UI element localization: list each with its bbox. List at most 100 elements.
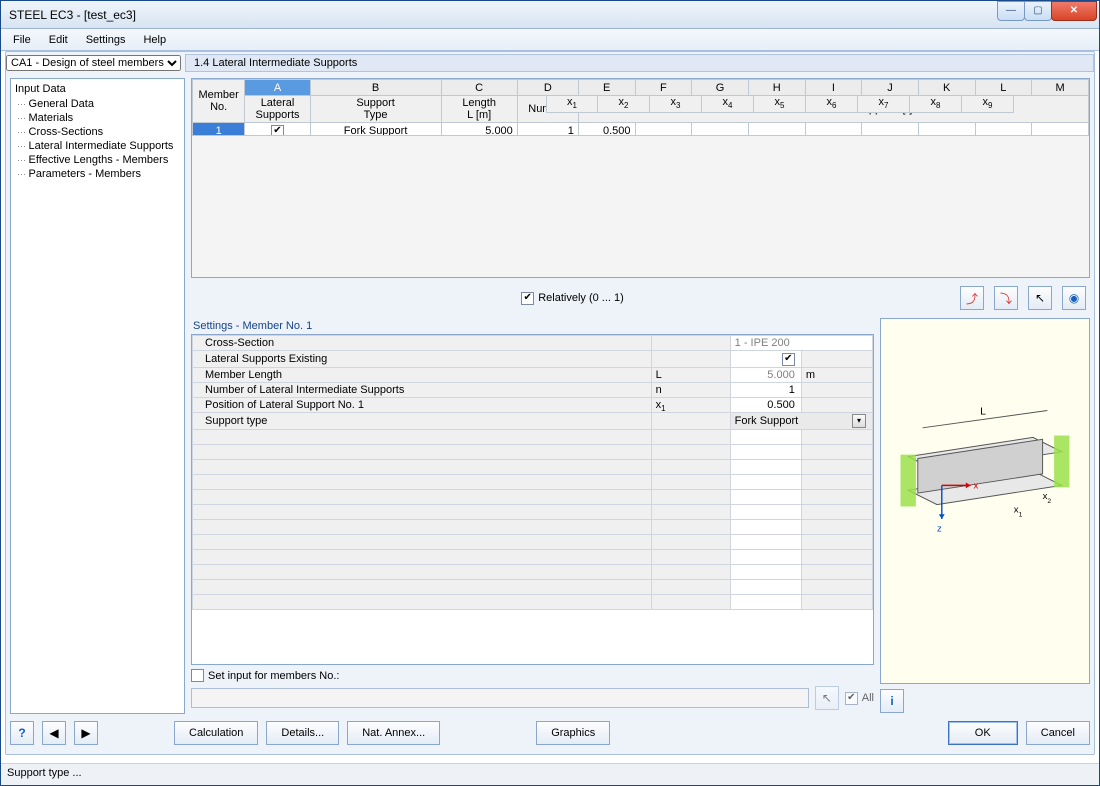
window-buttons: — ▢ ✕ [998,1,1097,21]
tree-item-lateral-supports[interactable]: Lateral Intermediate Supports [11,139,184,153]
details-button[interactable]: Details... [266,721,339,745]
cancel-button[interactable]: Cancel [1026,721,1090,745]
col-support: SupportType [310,96,441,123]
beam-diagram-icon: x z L x1 x2 [889,399,1081,553]
ok-button[interactable]: OK [948,721,1018,745]
svg-text:x: x [973,480,978,491]
col-letter-h[interactable]: H [748,80,805,96]
menubar: File Edit Settings Help [1,29,1099,51]
set-input-field[interactable] [191,688,809,708]
svg-text:x2: x2 [1043,491,1052,505]
export-button-1[interactable]: ⤴ [960,286,984,310]
prop-lat-exist-label: Lateral Supports Existing [193,351,652,368]
close-button[interactable]: ✕ [1051,1,1097,21]
prop-pos1-value[interactable]: 0.500 [730,397,801,412]
col-member: MemberNo. [193,80,245,123]
prop-num-supports-sym: n [651,382,730,397]
prop-pos1-label: Position of Lateral Support No. 1 [193,397,652,412]
menu-help[interactable]: Help [135,32,174,48]
members-grid[interactable]: MemberNo. A B C D E F G H I J K [191,78,1090,278]
tree-item-cross-sections[interactable]: Cross-Sections [11,125,184,139]
prop-pos1-sym: x1 [651,397,730,412]
window-title: STEEL EC3 - [test_ec3] [1,8,136,22]
tree-item-general[interactable]: General Data [11,97,184,111]
all-label: All [862,692,874,704]
prop-member-len-unit: m [801,367,872,382]
prop-member-len-value[interactable]: 5.000 [730,367,801,382]
status-bar: Support type ... [1,763,1099,785]
status-text: Support type ... [7,767,82,779]
menu-file[interactable]: File [5,32,39,48]
prop-cross-section-value[interactable]: 1 - IPE 200 [730,336,872,351]
col-letter-e[interactable]: E [578,80,635,96]
calculation-button[interactable]: Calculation [174,721,258,745]
section-title: 1.4 Lateral Intermediate Supports [185,54,1094,72]
preview-panel: x z L x1 x2 [880,318,1090,714]
col-letter-c[interactable]: C [441,80,517,96]
nat-annex-button[interactable]: Nat. Annex... [347,721,440,745]
check-icon [845,692,858,705]
all-checkbox[interactable]: All [845,692,874,705]
col-length: LengthL [m] [441,96,517,123]
prev-button[interactable]: ◀ [42,721,66,745]
prop-support-type-label: Support type [193,412,652,429]
svg-text:x1: x1 [1014,504,1023,518]
prop-member-len-label: Member Length [193,367,652,382]
support-type-dropdown[interactable]: Fork Support Lower Flange Upper Flange U… [730,429,872,430]
col-lateral: LateralSupports [245,96,310,123]
check-icon [782,353,795,366]
menu-edit[interactable]: Edit [41,32,76,48]
preview-box[interactable]: x z L x1 x2 [880,318,1090,684]
col-letter-j[interactable]: J [862,80,919,96]
tree-root[interactable]: Input Data [11,81,184,97]
prop-member-len-sym: L [651,367,730,382]
minimize-button[interactable]: — [997,1,1025,21]
tree-item-parameters[interactable]: Parameters - Members [11,167,184,181]
col-letter-d[interactable]: D [517,80,578,96]
app-window: STEEL EC3 - [test_ec3] — ▢ ✕ File Edit S… [0,0,1100,786]
titlebar: STEEL EC3 - [test_ec3] — ▢ ✕ [1,1,1099,29]
help-button[interactable]: ? [10,721,34,745]
prop-lat-exist-value[interactable] [730,351,801,368]
info-button[interactable]: i [880,689,904,713]
pick-button[interactable]: ↖ [1028,286,1052,310]
prop-support-type-value[interactable]: Fork Support ▾ Fork Support Lower Flange… [730,412,872,429]
prop-num-supports-value[interactable]: 1 [730,382,801,397]
top-row: CA1 - Design of steel members a 1.4 Late… [6,52,1094,74]
col-letter-i[interactable]: I [805,80,862,96]
view-button[interactable]: ◉ [1062,286,1086,310]
col-letter-a[interactable]: A [245,80,310,96]
graphics-button[interactable]: Graphics [536,721,610,745]
nav-tree[interactable]: Input Data General Data Materials Cross-… [10,78,185,714]
relatively-label: Relatively (0 ... 1) [538,292,624,304]
main-pane: MemberNo. A B C D E F G H I J K [191,78,1090,714]
col-letter-k[interactable]: K [918,80,975,96]
menu-settings[interactable]: Settings [78,32,134,48]
set-input-checkbox[interactable]: Set input for members No.: [191,669,339,682]
chevron-down-icon[interactable]: ▾ [852,414,866,428]
tree-item-materials[interactable]: Materials [11,111,184,125]
svg-text:L: L [980,405,986,417]
col-letter-l[interactable]: L [975,80,1032,96]
check-icon [521,292,534,305]
col-letter-b[interactable]: B [310,80,441,96]
tree-item-eff-lengths[interactable]: Effective Lengths - Members [11,153,184,167]
content-area: CA1 - Design of steel members a 1.4 Late… [5,51,1095,755]
properties-grid[interactable]: Cross-Section 1 - IPE 200 Lateral Suppor… [191,334,874,665]
prop-num-supports-label: Number of Lateral Intermediate Supports [193,382,652,397]
col-letter-m[interactable]: M [1032,80,1089,96]
case-selector[interactable]: CA1 - Design of steel members a [6,55,181,71]
bottom-bar: ? ◀ ▶ Calculation Details... Nat. Annex.… [10,716,1090,750]
pick-members-button[interactable]: ↖ [815,686,839,710]
settings-title: Settings - Member No. 1 [191,318,874,334]
next-button[interactable]: ▶ [74,721,98,745]
checkbox-icon [191,669,204,682]
set-input-row: Set input for members No.: [191,665,874,686]
relatively-row: Relatively (0 ... 1) ⤴ ⤵ ↖ ◉ [191,282,1090,314]
export-button-2[interactable]: ⤵ [994,286,1018,310]
col-letter-f[interactable]: F [635,80,692,96]
relatively-checkbox[interactable]: Relatively (0 ... 1) [521,292,624,305]
prop-cross-section-label: Cross-Section [193,336,652,351]
maximize-button[interactable]: ▢ [1024,1,1052,21]
col-letter-g[interactable]: G [692,80,749,96]
